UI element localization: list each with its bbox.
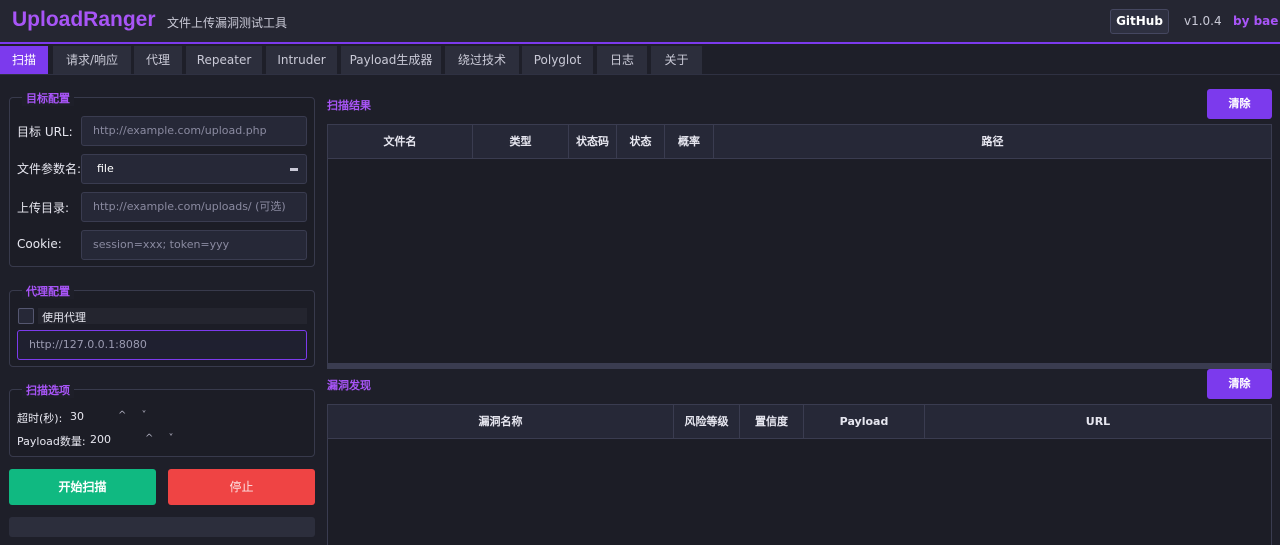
col-type[interactable]: 类型 xyxy=(473,125,569,159)
proxy-config-title: 代理配置 xyxy=(22,283,74,299)
scan-results-table: 文件名 类型 状态码 状态 概率 路径 xyxy=(327,124,1272,369)
dropdown-icon xyxy=(290,168,298,171)
file-param-select[interactable]: file xyxy=(81,154,307,184)
tab-about[interactable]: 关于 xyxy=(651,46,702,74)
upload-dir-label: 上传目录: xyxy=(17,201,70,215)
tab-intruder[interactable]: Intruder xyxy=(266,46,337,74)
tab-log[interactable]: 日志 xyxy=(597,46,647,74)
results-scrollbar[interactable] xyxy=(328,363,1271,368)
tab-payload-generator[interactable]: Payload生成器 xyxy=(341,46,441,74)
col-status[interactable]: 状态 xyxy=(617,125,665,159)
version-label: v1.0.4 xyxy=(1184,14,1222,28)
col-filename[interactable]: 文件名 xyxy=(328,125,473,159)
col-probability[interactable]: 概率 xyxy=(665,125,714,159)
app-logo: UploadRanger xyxy=(12,8,156,31)
col-confidence[interactable]: 置信度 xyxy=(740,405,804,439)
upload-dir-input[interactable]: http://example.com/uploads/ (可选) xyxy=(81,192,307,222)
col-status-code[interactable]: 状态码 xyxy=(569,125,617,159)
stop-button[interactable]: 停止 xyxy=(168,469,315,505)
file-param-label: 文件参数名: xyxy=(17,162,82,176)
clear-results-button[interactable]: 清除 xyxy=(1207,89,1272,119)
timeout-spinbox[interactable]: 30 xyxy=(70,410,84,423)
col-payload[interactable]: Payload xyxy=(804,405,925,439)
target-config-group: 目标配置 目标 URL: http://example.com/upload.p… xyxy=(9,90,315,267)
use-proxy-label: 使用代理 xyxy=(42,311,86,324)
col-vuln-name[interactable]: 漏洞名称 xyxy=(328,405,674,439)
payload-count-spinbox[interactable]: 200 xyxy=(90,433,111,446)
scan-options-title: 扫描选项 xyxy=(22,382,74,398)
timeout-label: 超时(秒): xyxy=(17,412,63,425)
tab-polyglot[interactable]: Polyglot xyxy=(522,46,593,74)
timeout-spin-arrows-icon[interactable]: ^ ˅ xyxy=(118,410,153,421)
col-path[interactable]: 路径 xyxy=(714,125,1271,159)
vulns-title: 漏洞发现 xyxy=(327,379,371,392)
author-label: by bae xyxy=(1233,14,1279,28)
tab-bypass[interactable]: 绕过技术 xyxy=(445,46,519,74)
main-tabs: 扫描 请求/响应 代理 Repeater Intruder Payload生成器… xyxy=(0,46,1280,75)
clear-vulns-button[interactable]: 清除 xyxy=(1207,369,1272,399)
app-subtitle: 文件上传漏洞测试工具 xyxy=(167,16,288,30)
tab-request-response[interactable]: 请求/响应 xyxy=(53,46,131,74)
proxy-config-group: 代理配置 使用代理 http://127.0.0.1:8080 xyxy=(9,283,315,367)
github-button[interactable]: GitHub xyxy=(1110,9,1169,34)
vulns-header: 漏洞名称 风险等级 置信度 Payload URL xyxy=(328,405,1271,439)
proxy-address-input[interactable]: http://127.0.0.1:8080 xyxy=(17,330,307,360)
vulns-table: 漏洞名称 风险等级 置信度 Payload URL xyxy=(327,404,1272,545)
col-risk-level[interactable]: 风险等级 xyxy=(674,405,740,439)
scan-results-header: 文件名 类型 状态码 状态 概率 路径 xyxy=(328,125,1271,159)
start-scan-button[interactable]: 开始扫描 xyxy=(9,469,156,505)
app-header: UploadRanger 文件上传漏洞测试工具 GitHub v1.0.4 by… xyxy=(0,0,1280,44)
scan-progress-bar xyxy=(9,517,315,537)
target-url-input[interactable]: http://example.com/upload.php xyxy=(81,116,307,146)
payload-spin-arrows-icon[interactable]: ^ ˅ xyxy=(145,433,180,444)
tab-scan[interactable]: 扫描 xyxy=(0,46,48,74)
target-config-title: 目标配置 xyxy=(22,90,74,106)
cookie-label: Cookie: xyxy=(17,237,62,251)
use-proxy-checkbox[interactable] xyxy=(18,308,34,324)
file-param-value: file xyxy=(97,162,114,175)
cookie-input[interactable]: session=xxx; token=yyy xyxy=(81,230,307,260)
scan-options-group: 扫描选项 超时(秒): 30 ^ ˅ Payload数量: 200 ^ ˅ xyxy=(9,382,315,457)
tab-repeater[interactable]: Repeater xyxy=(186,46,262,74)
tab-proxy[interactable]: 代理 xyxy=(134,46,182,74)
payload-count-label: Payload数量: xyxy=(17,435,86,448)
col-url[interactable]: URL xyxy=(925,405,1271,439)
target-url-label: 目标 URL: xyxy=(17,125,73,139)
scan-results-title: 扫描结果 xyxy=(327,99,371,112)
